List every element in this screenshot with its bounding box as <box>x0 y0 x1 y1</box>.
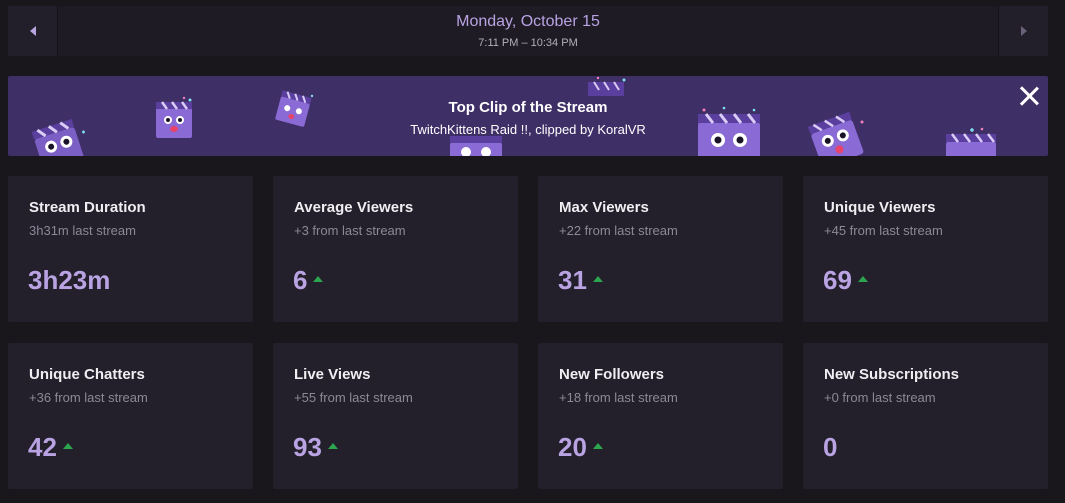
stat-value-row: 42 <box>28 432 73 463</box>
top-clip-banner[interactable]: Top Clip of the Stream TwitchKittens Rai… <box>8 76 1048 156</box>
stat-card-new-subscriptions: New Subscriptions +0 from last stream 0 <box>803 343 1048 489</box>
stream-date: Monday, October 15 <box>456 13 600 30</box>
trend-up-icon <box>857 275 868 282</box>
trend-up-icon <box>62 442 73 449</box>
top-clip-subtitle[interactable]: TwitchKittens Raid !!, clipped by KoralV… <box>8 122 1048 137</box>
stat-comparison: +18 from last stream <box>559 390 678 405</box>
stat-value: 42 <box>28 432 57 462</box>
stat-value: 93 <box>293 432 322 462</box>
stat-card-new-followers: New Followers +18 from last stream 20 <box>538 343 783 489</box>
date-navigation-bar: Monday, October 15 7:11 PM – 10:34 PM <box>8 6 1048 56</box>
trend-up-icon <box>313 275 324 282</box>
stat-card-live-views: Live Views +55 from last stream 93 <box>273 343 518 489</box>
trend-up-icon <box>592 442 603 449</box>
stat-title: New Subscriptions <box>824 366 960 383</box>
stat-value: 3h23m <box>28 265 111 295</box>
stat-comparison: +0 from last stream <box>824 390 936 405</box>
stat-value: 0 <box>823 432 838 462</box>
next-stream-button[interactable] <box>998 6 1048 56</box>
stat-title: Unique Viewers <box>824 199 936 216</box>
stat-title: Unique Chatters <box>29 366 145 383</box>
stat-card-average-viewers: Average Viewers +3 from last stream 6 <box>273 176 518 322</box>
stat-value-row: 6 <box>293 265 324 296</box>
stat-comparison: 3h31m last stream <box>29 223 136 238</box>
stat-card-unique-chatters: Unique Chatters +36 from last stream 42 <box>8 343 253 489</box>
stat-card-unique-viewers: Unique Viewers +45 from last stream 69 <box>803 176 1048 322</box>
trend-up-icon <box>327 442 338 449</box>
stat-comparison: +45 from last stream <box>824 223 943 238</box>
stat-value-row: 20 <box>558 432 603 463</box>
stat-value-row: 69 <box>823 265 868 296</box>
stat-card-stream-duration: Stream Duration 3h31m last stream 3h23m <box>8 176 253 322</box>
stat-value-row: 93 <box>293 432 338 463</box>
stat-comparison: +22 from last stream <box>559 223 678 238</box>
stat-title: Average Viewers <box>294 199 414 216</box>
stat-title: New Followers <box>559 366 665 383</box>
stat-value: 69 <box>823 265 852 295</box>
clapperboard-mascot-icon <box>588 76 626 96</box>
close-icon[interactable] <box>1018 85 1040 107</box>
stat-value-row: 0 <box>823 432 837 463</box>
stat-title: Max Viewers <box>559 199 649 216</box>
chevron-right-icon <box>1020 26 1027 36</box>
stat-title: Stream Duration <box>29 199 146 216</box>
stream-time-range: 7:11 PM – 10:34 PM <box>478 37 578 49</box>
stat-value: 6 <box>293 265 308 295</box>
stat-comparison: +36 from last stream <box>29 390 148 405</box>
stat-value: 31 <box>558 265 587 295</box>
stat-value: 20 <box>558 432 587 462</box>
stat-comparison: +55 from last stream <box>294 390 413 405</box>
trend-up-icon <box>592 275 603 282</box>
top-clip-title: Top Clip of the Stream <box>448 99 608 116</box>
stat-comparison: +3 from last stream <box>294 223 406 238</box>
stat-value-row: 31 <box>558 265 603 296</box>
stat-card-max-viewers: Max Viewers +22 from last stream 31 <box>538 176 783 322</box>
stat-title: Live Views <box>294 366 371 383</box>
stat-value-row: 3h23m <box>28 265 110 296</box>
